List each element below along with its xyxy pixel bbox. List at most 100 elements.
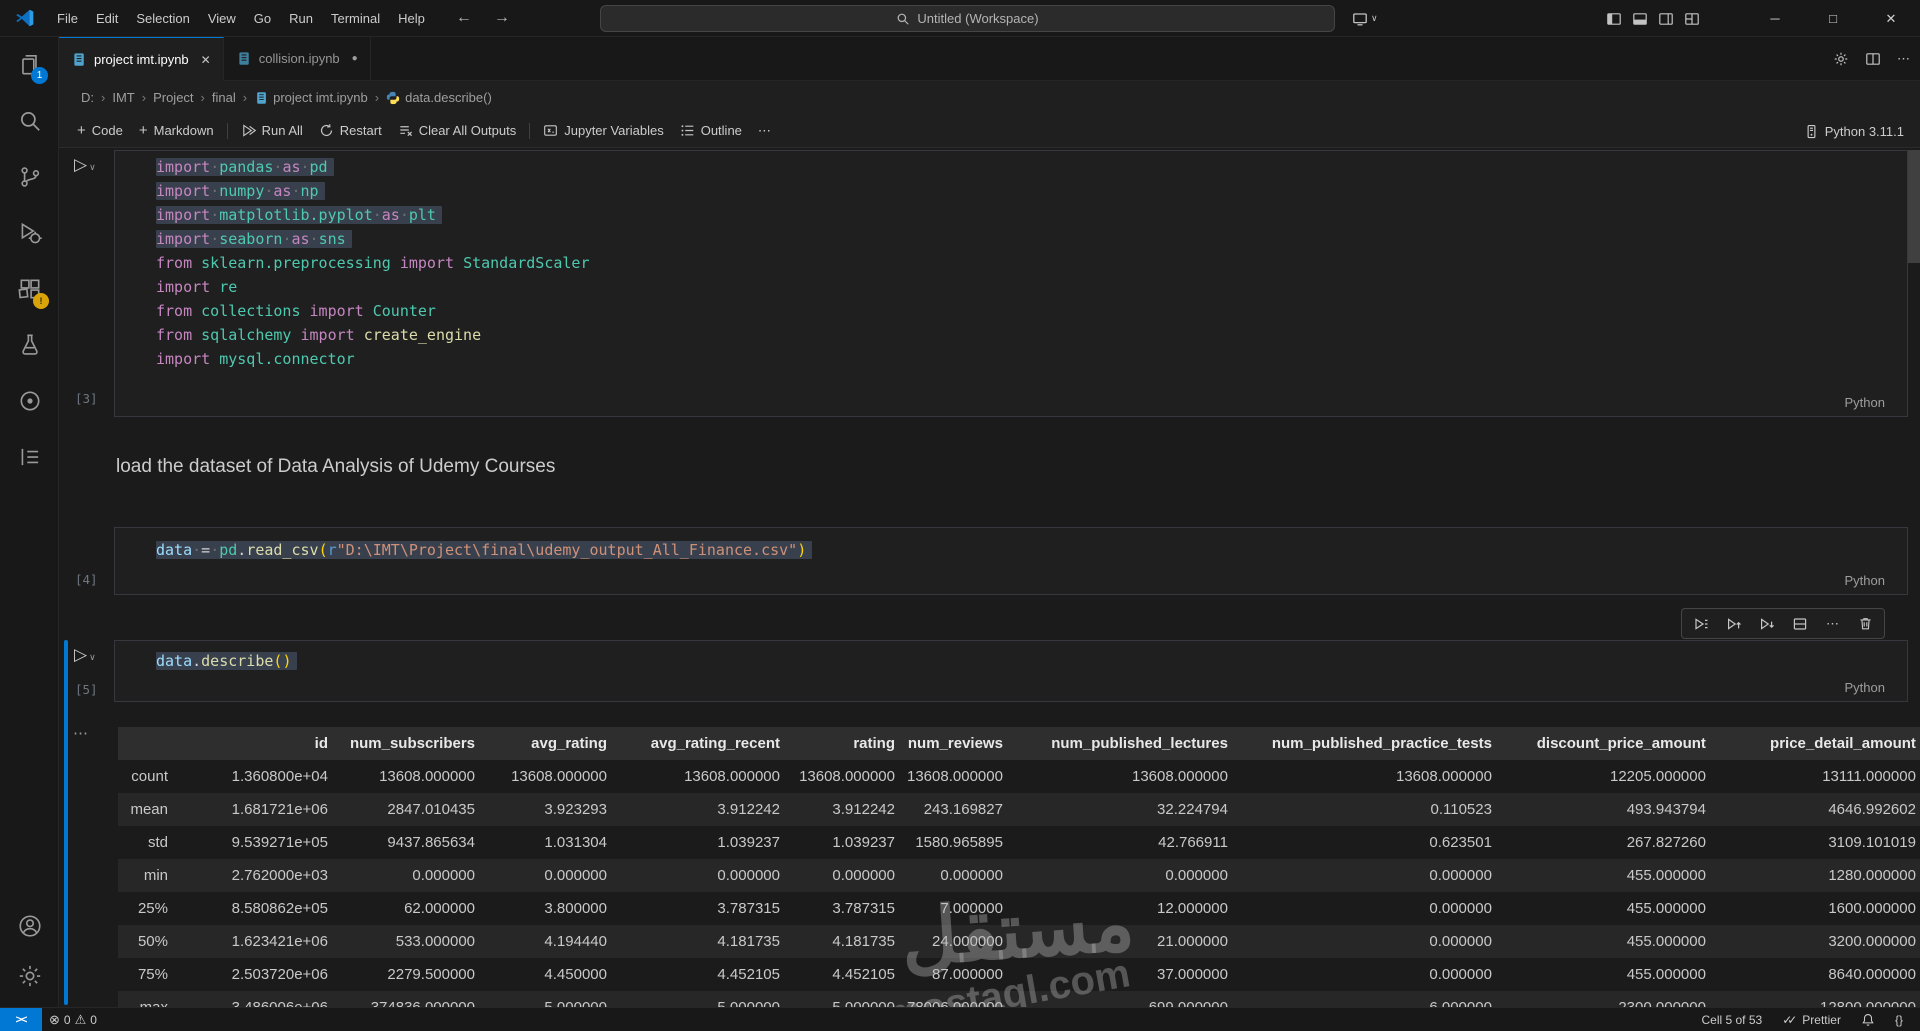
menu-help[interactable]: Help — [389, 6, 434, 31]
run-dropdown-icon: ∨ — [89, 652, 96, 662]
add-code-cell-button[interactable]: + Code — [69, 118, 131, 144]
error-icon: ⊗ — [49, 1011, 60, 1027]
sidebar-item-explorer[interactable]: 1 — [0, 37, 59, 93]
formatter-indicator[interactable]: ✓✓ Prettier — [1775, 1008, 1848, 1031]
code-cell-describe[interactable]: data.describe() Python — [114, 640, 1908, 702]
execute-cell-and-below-icon[interactable] — [1752, 611, 1781, 636]
table-row: count 1.360800e+04 13608.000000 13608.00000… — [131, 768, 1916, 785]
notebook-toolbar: + Code + Markdown Run All Restart Clear … — [59, 114, 1920, 148]
sidebar-item-settings[interactable] — [0, 951, 59, 1001]
menu-file[interactable]: File — [48, 6, 87, 31]
remote-indicator[interactable]: >< — [0, 1007, 42, 1031]
menu-go[interactable]: Go — [245, 6, 280, 31]
run-all-button[interactable]: Run All — [233, 118, 311, 144]
delete-cell-icon[interactable] — [1851, 611, 1880, 636]
sidebar-item-search[interactable] — [0, 93, 59, 149]
cell-language-picker[interactable]: Python — [1845, 573, 1885, 588]
code-cell-imports[interactable]: import·pandas·as·pd import·numpy·as·np imp… — [114, 150, 1908, 417]
cell-editor[interactable]: import·pandas·as·pd import·numpy·as·np imp… — [115, 151, 1907, 371]
prettier-check-icon: ✓✓ — [1782, 1012, 1797, 1027]
tab-collision[interactable]: collision.ipynb ● — [224, 37, 371, 80]
toolbar-separator — [226, 122, 228, 139]
clear-all-outputs-button[interactable]: Clear All Outputs — [390, 118, 525, 144]
problems-indicator[interactable]: ⊗ 0 ⚠ 0 — [42, 1008, 104, 1031]
close-icon[interactable]: ✕ — [1862, 0, 1920, 37]
tab-project-imt[interactable]: project imt.ipynb ✕ — [59, 37, 224, 81]
toolbar-separator — [529, 122, 531, 139]
menu-view[interactable]: View — [199, 6, 245, 31]
sidebar-item-source-control[interactable] — [0, 149, 59, 205]
sidebar-item-extension-view[interactable] — [0, 373, 59, 429]
run-cell-button[interactable]: ▷ ∨ — [74, 646, 96, 663]
breadcrumb-item-imt[interactable]: IMT — [112, 90, 134, 105]
breadcrumb-chevron-icon: › — [101, 90, 106, 105]
restart-button[interactable]: Restart — [311, 118, 390, 144]
breadcrumb-chevron-icon: › — [374, 90, 380, 105]
execute-cell-and-above-icon[interactable] — [1719, 611, 1748, 636]
sidebar-item-run-debug[interactable] — [0, 205, 59, 261]
sidebar-item-extensions[interactable]: ! — [0, 261, 59, 317]
table-row: 25% 8.580862e+05 62.000000 3.800000 3.787315… — [137, 900, 1916, 917]
menu-terminal[interactable]: Terminal — [322, 6, 389, 31]
run-cell-button[interactable]: ▷ ∨ — [74, 156, 96, 173]
minimize-icon[interactable]: ─ — [1746, 0, 1804, 37]
toggle-secondary-sidebar-icon[interactable] — [1658, 11, 1674, 27]
modified-dot-icon[interactable]: ● — [352, 53, 358, 64]
cell-editor[interactable]: data.describe() — [115, 641, 1907, 673]
sidebar-item-testing[interactable] — [0, 317, 59, 373]
kernel-picker[interactable]: Python 3.11.1 — [1804, 114, 1904, 148]
breadcrumb-item-final[interactable]: final — [212, 90, 236, 105]
back-icon[interactable]: ← — [456, 9, 472, 27]
toggle-panel-icon[interactable] — [1632, 11, 1648, 27]
execution-count: [5] — [75, 682, 98, 697]
markdown-cell[interactable]: load the dataset of Data Analysis of Ude… — [116, 454, 1906, 480]
breadcrumb-item-symbol[interactable]: data.describe() — [386, 90, 492, 105]
command-center-search[interactable]: Untitled (Workspace) — [600, 5, 1335, 32]
scrollbar-thumb[interactable] — [1908, 150, 1920, 263]
toggle-sidebar-icon[interactable] — [1606, 11, 1622, 27]
search-icon — [896, 12, 910, 26]
breadcrumb-item-file[interactable]: project imt.ipynb — [254, 90, 368, 105]
tab-close-icon[interactable]: ✕ — [201, 53, 211, 67]
code-cell-read-csv[interactable]: data·=·pd.read_csv(r"D:\IMT\Project\fina… — [114, 527, 1908, 595]
breadcrumb-item-project[interactable]: Project — [153, 90, 193, 105]
maximize-icon[interactable]: □ — [1804, 0, 1862, 37]
monitor-icon[interactable] — [1352, 11, 1368, 27]
settings-gear-icon — [17, 963, 43, 989]
extension-view-icon — [17, 388, 43, 414]
forward-icon[interactable]: → — [494, 9, 510, 27]
breadcrumb-item-drive[interactable]: D: — [81, 90, 94, 105]
cell-language-picker[interactable]: Python — [1845, 395, 1885, 410]
toolbar-more-icon[interactable]: ⋯ — [750, 118, 779, 144]
execute-above-cells-icon[interactable] — [1686, 611, 1715, 636]
add-markdown-cell-button[interactable]: + Markdown — [131, 118, 222, 144]
kernel-label: Python 3.11.1 — [1824, 123, 1904, 139]
menu-selection[interactable]: Selection — [127, 6, 198, 31]
menu-run[interactable]: Run — [280, 6, 322, 31]
warning-icon: ⚠ — [74, 1011, 87, 1027]
output-more-icon[interactable]: ⋯ — [73, 724, 89, 742]
table-header-row: id num_subscribers avg_rating avg_rating_re… — [118, 727, 1920, 760]
formatter-label: Prettier — [1802, 1012, 1841, 1027]
markdown-text: load the dataset of Data Analysis of Ude… — [116, 456, 556, 477]
tab-settings-gear-icon[interactable] — [1833, 51, 1849, 67]
notifications-bell[interactable] — [1854, 1008, 1882, 1031]
cell-editor[interactable]: data·=·pd.read_csv(r"D:\IMT\Project\fina… — [115, 528, 1907, 562]
cell-more-actions-icon[interactable]: ⋯ — [1818, 611, 1847, 636]
cell-position-indicator[interactable]: Cell 5 of 53 — [1694, 1008, 1769, 1031]
error-count: 0 — [63, 1012, 71, 1027]
sidebar-item-notebook-view[interactable] — [0, 429, 59, 485]
vscode-logo-icon — [14, 7, 36, 29]
menu-edit[interactable]: Edit — [87, 6, 127, 31]
cell-language-picker[interactable]: Python — [1845, 680, 1885, 695]
sidebar-item-account[interactable] — [0, 901, 59, 951]
braces-indicator[interactable]: {} — [1888, 1008, 1910, 1031]
outline-button[interactable]: Outline — [672, 118, 750, 144]
jupyter-variables-button[interactable]: Jupyter Variables — [535, 118, 671, 144]
customize-layout-icon[interactable] — [1684, 11, 1700, 27]
breadcrumb-file-label: project imt.ipynb — [273, 90, 368, 105]
more-actions-icon[interactable]: ⋯ — [1897, 51, 1910, 67]
run-all-icon — [241, 123, 256, 138]
split-editor-icon[interactable] — [1865, 51, 1881, 67]
split-cell-icon[interactable] — [1785, 611, 1814, 636]
